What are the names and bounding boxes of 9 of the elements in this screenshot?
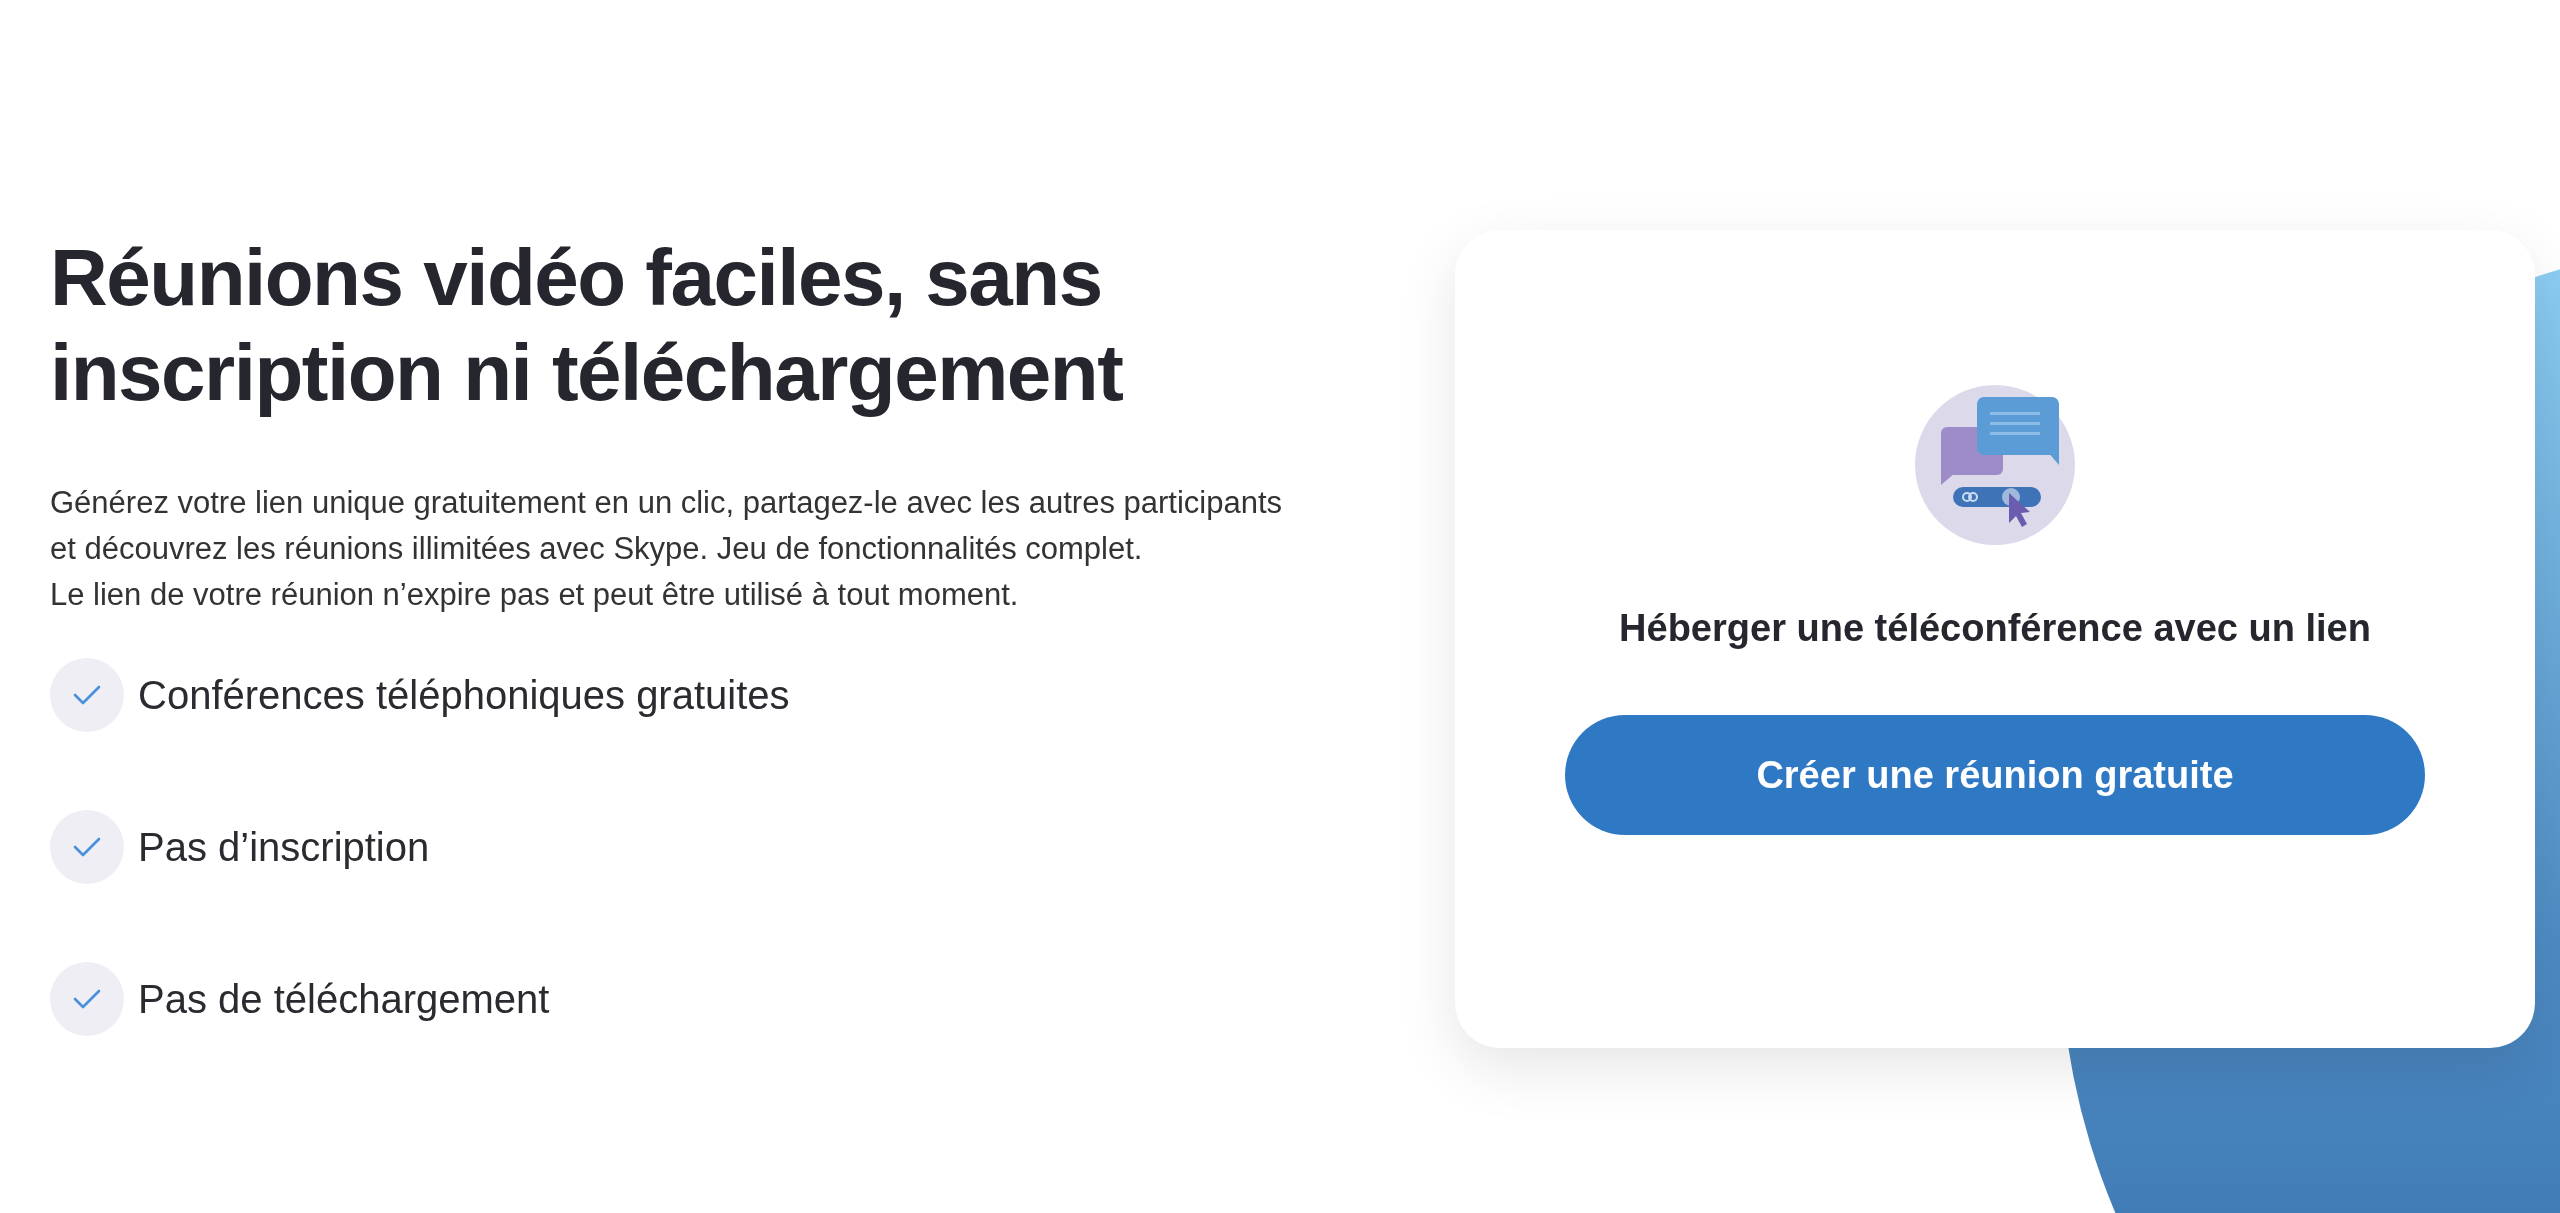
page-heading: Réunions vidéo faciles, sans inscription ni téléchargement	[50, 232, 1124, 419]
feature-text: Pas d’inscription	[138, 824, 430, 870]
feature-text: Pas de téléchargement	[138, 976, 550, 1022]
chat-link-icon	[1915, 385, 2075, 545]
create-meeting-button[interactable]: Créer une réunion gratuite	[1565, 715, 2425, 835]
card-title: Héberger une téléconférence avec un lien	[1618, 606, 2372, 651]
description-text: Le lien de votre réunion n’expire pas et peut être utilisé à tout moment.	[50, 576, 1020, 614]
feature-text: Conférences téléphoniques gratuites	[138, 672, 790, 718]
description-text: Générez votre lien unique gratuitement en un clic, partagez-le avec les autres participants et découvrez les réunions illimitées avec Skype. Jeu de fonctionnalités complet.	[50, 484, 1284, 568]
